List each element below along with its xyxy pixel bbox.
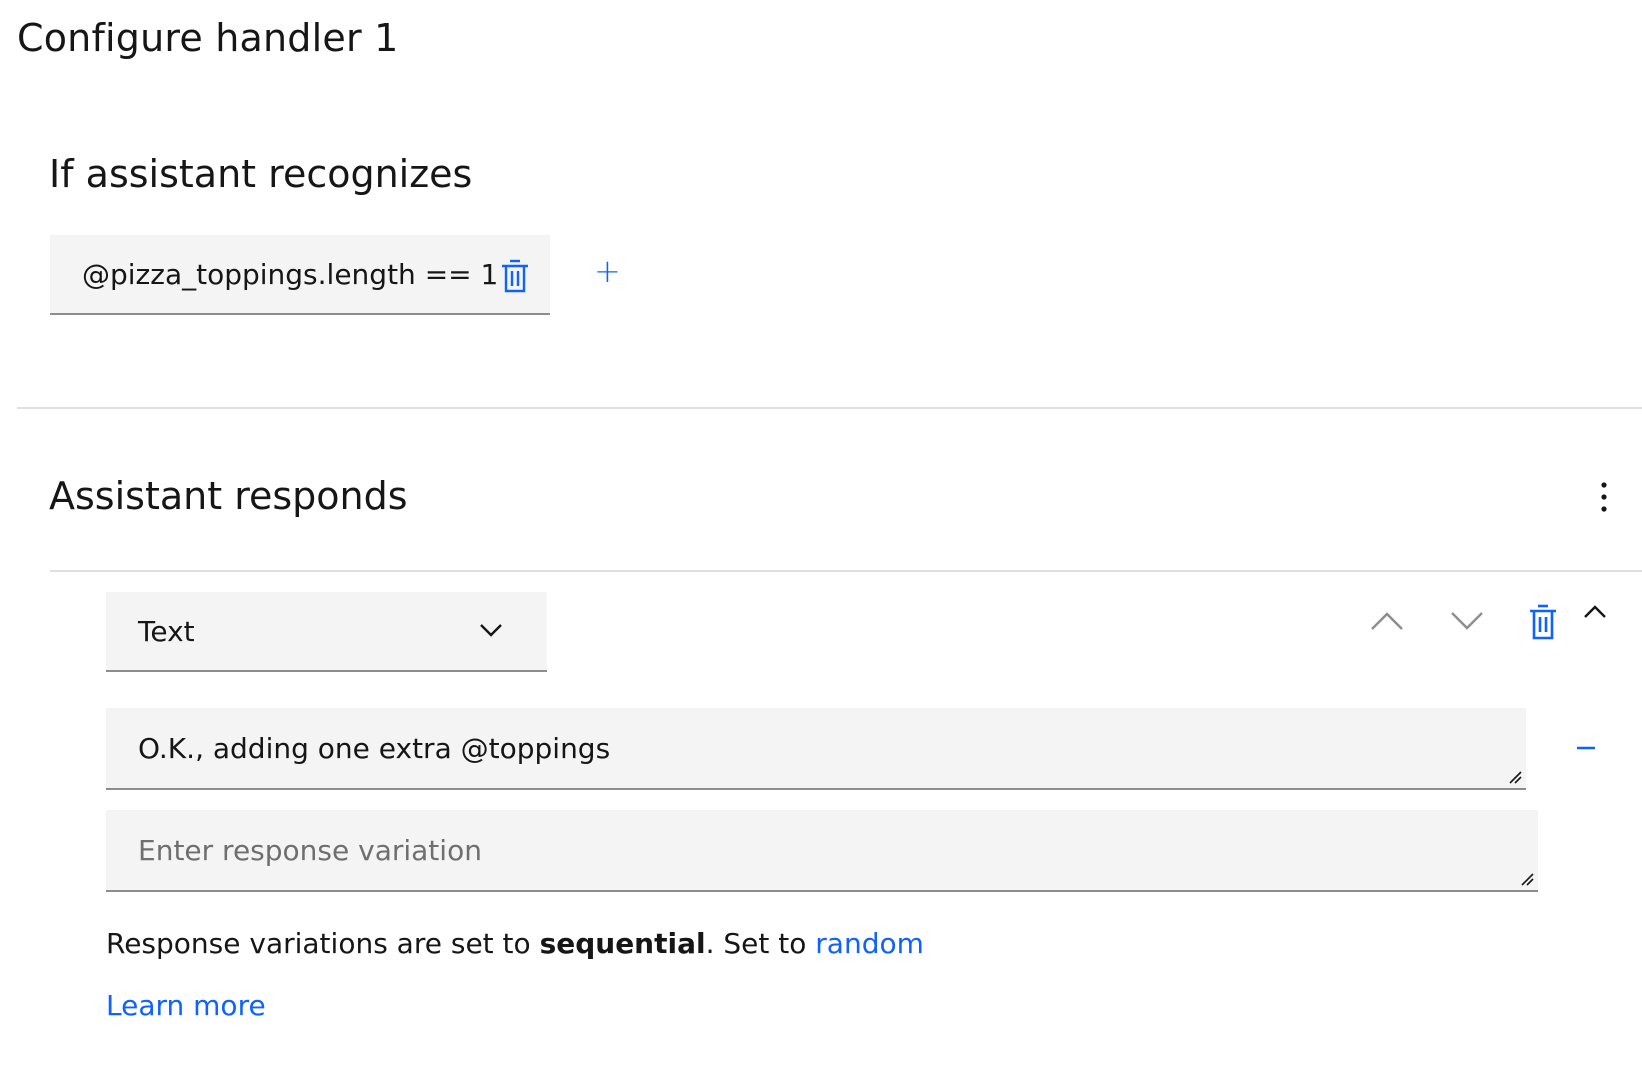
learn-more-link[interactable]: Learn more [106,987,266,1025]
new-variation-field[interactable]: Enter response variation [106,810,1538,892]
minus-icon [1577,746,1595,750]
note-middle: . Set to [705,927,816,960]
variation-mode-note: Response variations are set to sequentia… [106,925,924,963]
plus-icon: + [594,252,621,290]
recognizes-heading: If assistant recognizes [49,152,473,196]
chevron-up-icon [1584,605,1606,618]
delete-response-button[interactable] [1528,604,1558,640]
resize-grip-icon[interactable] [1508,770,1522,784]
chevron-up-icon [1371,612,1403,630]
chevron-down-icon [1451,612,1483,630]
handler-config-page: Configure handler 1 If assistant recogni… [0,0,1642,1068]
response-variation-field[interactable]: O.K., adding one extra @toppings [106,708,1526,790]
responds-divider [50,570,1642,572]
resize-grip-icon[interactable] [1520,872,1534,886]
trash-icon [502,259,528,293]
condition-text: @pizza_toppings.length == 1 [82,257,499,291]
section-divider [17,407,1642,409]
variation-mode-value: sequential [539,927,706,960]
move-up-button[interactable] [1370,610,1404,632]
new-variation-placeholder: Enter response variation [138,833,482,867]
remove-variation-button[interactable] [1576,736,1596,760]
note-prefix: Response variations are set to [106,927,540,960]
response-type-value: Text [138,614,195,648]
move-down-button[interactable] [1450,610,1484,632]
add-condition-button[interactable]: + [594,255,621,287]
response-type-dropdown[interactable]: Text [106,592,547,672]
chevron-down-icon [480,624,502,637]
response-variation-text: O.K., adding one extra @toppings [138,731,611,765]
page-title: Configure handler 1 [17,16,399,60]
set-random-link[interactable]: random [815,927,924,960]
delete-condition-button[interactable] [500,259,530,293]
overflow-menu-button[interactable] [1590,480,1618,514]
condition-field[interactable]: @pizza_toppings.length == 1 [50,235,550,315]
collapse-response-button[interactable] [1583,604,1607,620]
trash-icon [1530,604,1556,640]
overflow-menu-vertical-icon [1601,482,1607,512]
responds-heading: Assistant responds [49,474,408,518]
